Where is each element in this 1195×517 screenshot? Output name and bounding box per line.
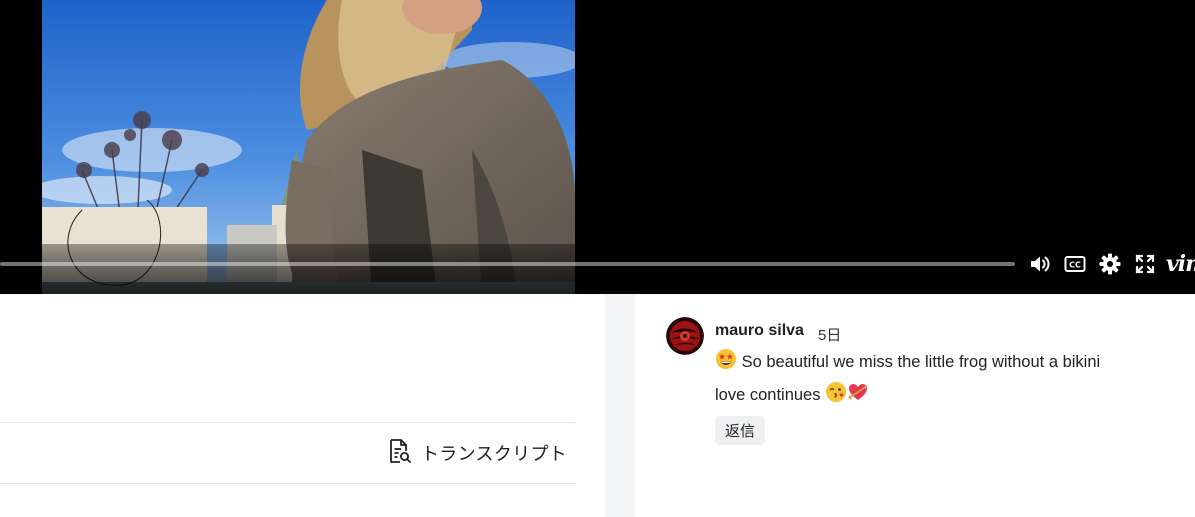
closed-captions-icon[interactable]: CC [1062, 251, 1088, 277]
comment-text-line-2: love continues [715, 386, 821, 404]
settings-gear-icon[interactable] [1097, 251, 1123, 277]
heart-with-arrow-emoji [847, 381, 869, 413]
comment-time: 5日 [818, 327, 842, 344]
controls-overlay [0, 244, 1195, 294]
transcript-label: トランスクリプト [421, 444, 568, 464]
volume-icon[interactable] [1027, 251, 1053, 277]
comment-line-1: So beautiful we miss the little frog wit… [715, 347, 1185, 380]
progress-bar[interactable] [0, 262, 1015, 266]
winking-kiss-emoji [825, 381, 847, 413]
comment-line-2: love continues [715, 380, 1185, 413]
avatar[interactable] [666, 317, 704, 355]
svg-text:CC: CC [1069, 261, 1081, 270]
transcript-button[interactable]: トランスクリプト [388, 438, 568, 469]
comment-text-line-1: So beautiful we miss the little frog wit… [741, 353, 1101, 371]
divider-top [0, 422, 575, 423]
video-player[interactable]: CC vim [0, 0, 1195, 294]
transcript-document-search-icon [388, 438, 412, 469]
divider-bottom [0, 483, 575, 484]
fullscreen-icon[interactable] [1132, 251, 1158, 277]
comment-text: So beautiful we miss the little frog wit… [715, 347, 1185, 413]
reply-button[interactable]: 返信 [715, 416, 765, 445]
column-gutter [605, 294, 635, 517]
star-struck-emoji [715, 348, 737, 380]
comment-author[interactable]: mauro silva [715, 322, 804, 340]
vimeo-logo[interactable]: vim [1166, 250, 1195, 278]
